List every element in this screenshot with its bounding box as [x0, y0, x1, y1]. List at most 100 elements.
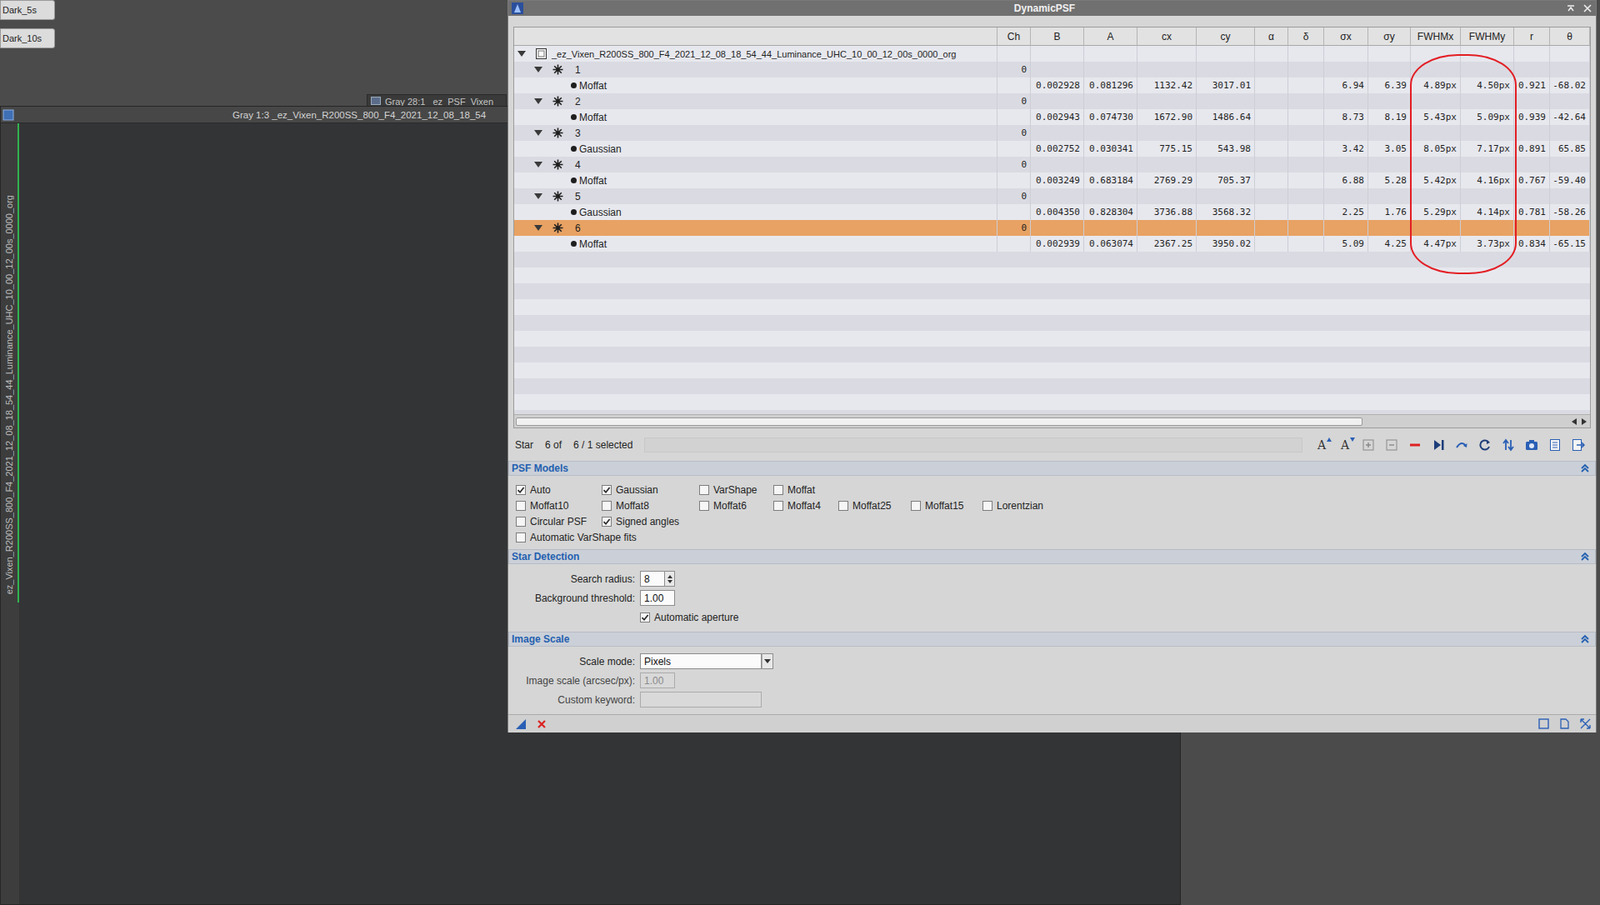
model-option[interactable]: Auto: [515, 484, 602, 496]
model-option[interactable]: Moffat25: [838, 500, 911, 512]
expand-toggle[interactable]: [534, 98, 543, 105]
font-up-button[interactable]: A: [1314, 437, 1330, 453]
column-header[interactable]: σy: [1368, 27, 1411, 46]
fit-row[interactable]: Moffat0.0029280.0812961132.423017.016.94…: [514, 77, 1590, 94]
star-row[interactable]: 10: [514, 61, 1590, 78]
expand-icon[interactable]: [1580, 718, 1591, 730]
column-header[interactable]: A: [1084, 27, 1138, 46]
section-header[interactable]: Star Detection: [508, 549, 1596, 565]
column-header[interactable]: θ: [1550, 27, 1590, 46]
sort-button[interactable]: [1500, 437, 1516, 453]
model-option[interactable]: Moffat4: [773, 500, 839, 512]
horizontal-scrollbar[interactable]: [514, 414, 1590, 428]
dynamicpsf-window[interactable]: DynamicPSFChBAcxcyαδσxσyFWHMxFWHMyrθ_ez_…: [507, 0, 1597, 733]
expand-button[interactable]: [1360, 437, 1376, 453]
column-header[interactable]: B: [1030, 27, 1085, 46]
expand-toggle[interactable]: [534, 225, 543, 231]
column-header[interactable]: δ: [1288, 27, 1325, 46]
column-header[interactable]: cy: [1196, 27, 1255, 46]
collapse-icon[interactable]: [1580, 551, 1590, 562]
checkbox[interactable]: [773, 500, 784, 511]
workspace-icon[interactable]: Dark_5s: [0, 0, 55, 20]
model-option[interactable]: Moffat15: [910, 500, 983, 512]
collapse-icon[interactable]: [1580, 463, 1590, 474]
fit-row[interactable]: Moffat0.0029390.0630742367.253950.025.09…: [514, 235, 1590, 252]
model-option[interactable]: Moffat8: [601, 500, 700, 512]
checkbox[interactable]: [910, 500, 921, 511]
checkbox[interactable]: [699, 485, 710, 495]
checkbox[interactable]: [838, 500, 849, 511]
model-option[interactable]: Signed angles: [601, 515, 1591, 528]
table-row[interactable]: _ez_Vixen_R200SS_800_F4_2021_12_08_18_54…: [514, 45, 1590, 62]
fit-row[interactable]: Moffat0.0032490.6831842769.29705.376.885…: [514, 172, 1590, 189]
scroll-left-icon[interactable]: [1571, 418, 1577, 425]
window-icon[interactable]: [1538, 718, 1550, 730]
reset-button[interactable]: [1477, 437, 1493, 453]
dropdown-arrow-icon[interactable]: [761, 653, 774, 670]
checkbox[interactable]: [601, 500, 612, 511]
star-row[interactable]: 50: [514, 188, 1590, 205]
text-field[interactable]: 1.00: [640, 590, 675, 606]
reset-icon[interactable]: [536, 719, 547, 730]
model-option[interactable]: Circular PSF: [515, 515, 602, 528]
scroll-right-icon[interactable]: [1581, 418, 1587, 425]
delete-button[interactable]: [1407, 437, 1423, 453]
model-option[interactable]: Gaussian: [601, 484, 700, 496]
model-option[interactable]: Moffat6: [699, 500, 774, 512]
checkbox[interactable]: [515, 485, 526, 495]
checkbox[interactable]: [640, 612, 650, 623]
model-option[interactable]: Moffat: [773, 484, 1591, 496]
column-header[interactable]: FWHMx: [1410, 27, 1461, 46]
scroll-thumb[interactable]: [515, 417, 1363, 426]
fit-row[interactable]: Moffat0.0029430.0747301672.901486.648.73…: [514, 109, 1590, 125]
new-instance-icon[interactable]: [515, 718, 527, 730]
checkbox[interactable]: [773, 485, 784, 495]
expand-toggle[interactable]: [534, 193, 543, 200]
model-option[interactable]: Moffat10: [515, 500, 602, 512]
star-row[interactable]: 40: [514, 156, 1590, 173]
checkbox-option[interactable]: Automatic aperture: [640, 611, 739, 624]
model-option[interactable]: Automatic VarShape fits: [515, 531, 1591, 544]
fit-row[interactable]: Gaussian0.0027520.030341775.15543.983.42…: [514, 140, 1590, 157]
checkbox[interactable]: [515, 516, 526, 527]
checkbox[interactable]: [601, 516, 612, 527]
checkbox[interactable]: [699, 500, 710, 511]
shade-icon[interactable]: [1565, 3, 1576, 14]
export-button[interactable]: [1570, 437, 1586, 453]
fit-row[interactable]: Gaussian0.0043500.8283043736.883568.322.…: [514, 204, 1590, 220]
column-header[interactable]: FWHMy: [1460, 27, 1515, 46]
checkbox[interactable]: [515, 532, 526, 543]
column-header[interactable]: Ch: [997, 27, 1031, 46]
workspace-icon[interactable]: Dark_10s: [0, 28, 55, 49]
column-header[interactable]: cx: [1137, 27, 1197, 46]
star-row[interactable]: 30: [514, 125, 1590, 141]
model-option[interactable]: Lorentzian: [982, 500, 1591, 512]
redo-button[interactable]: [1454, 437, 1470, 453]
side-tab[interactable]: ez_Vixen_R200SS_800_F4_2021_12_08_18_54_…: [0, 123, 20, 603]
checkbox[interactable]: [601, 485, 612, 495]
checkbox[interactable]: [515, 500, 526, 511]
expand-toggle[interactable]: [534, 130, 543, 136]
dropdown[interactable]: Pixels: [640, 653, 762, 670]
document-icon[interactable]: [1559, 718, 1570, 730]
star-row[interactable]: 60: [514, 220, 1590, 236]
spin-buttons[interactable]: [665, 570, 675, 587]
calc-button[interactable]: [1547, 437, 1563, 453]
close-icon[interactable]: [1582, 3, 1593, 14]
checkbox[interactable]: [982, 500, 993, 511]
collapse-icon[interactable]: [1580, 634, 1590, 645]
section-header[interactable]: PSF Models: [508, 460, 1596, 476]
next-button[interactable]: [1430, 437, 1446, 453]
collapse-button[interactable]: [1384, 437, 1400, 453]
star-row[interactable]: 20: [514, 93, 1590, 110]
column-header[interactable]: σx: [1324, 27, 1369, 46]
camera-button[interactable]: [1524, 437, 1540, 453]
expand-toggle[interactable]: [517, 50, 526, 57]
model-option[interactable]: VarShape: [699, 484, 774, 496]
text-field[interactable]: 8: [640, 570, 665, 587]
column-header[interactable]: α: [1255, 27, 1289, 46]
font-down-button[interactable]: A: [1337, 437, 1353, 453]
expand-toggle[interactable]: [534, 66, 543, 73]
expand-toggle[interactable]: [534, 161, 543, 168]
column-header[interactable]: r: [1514, 27, 1550, 46]
